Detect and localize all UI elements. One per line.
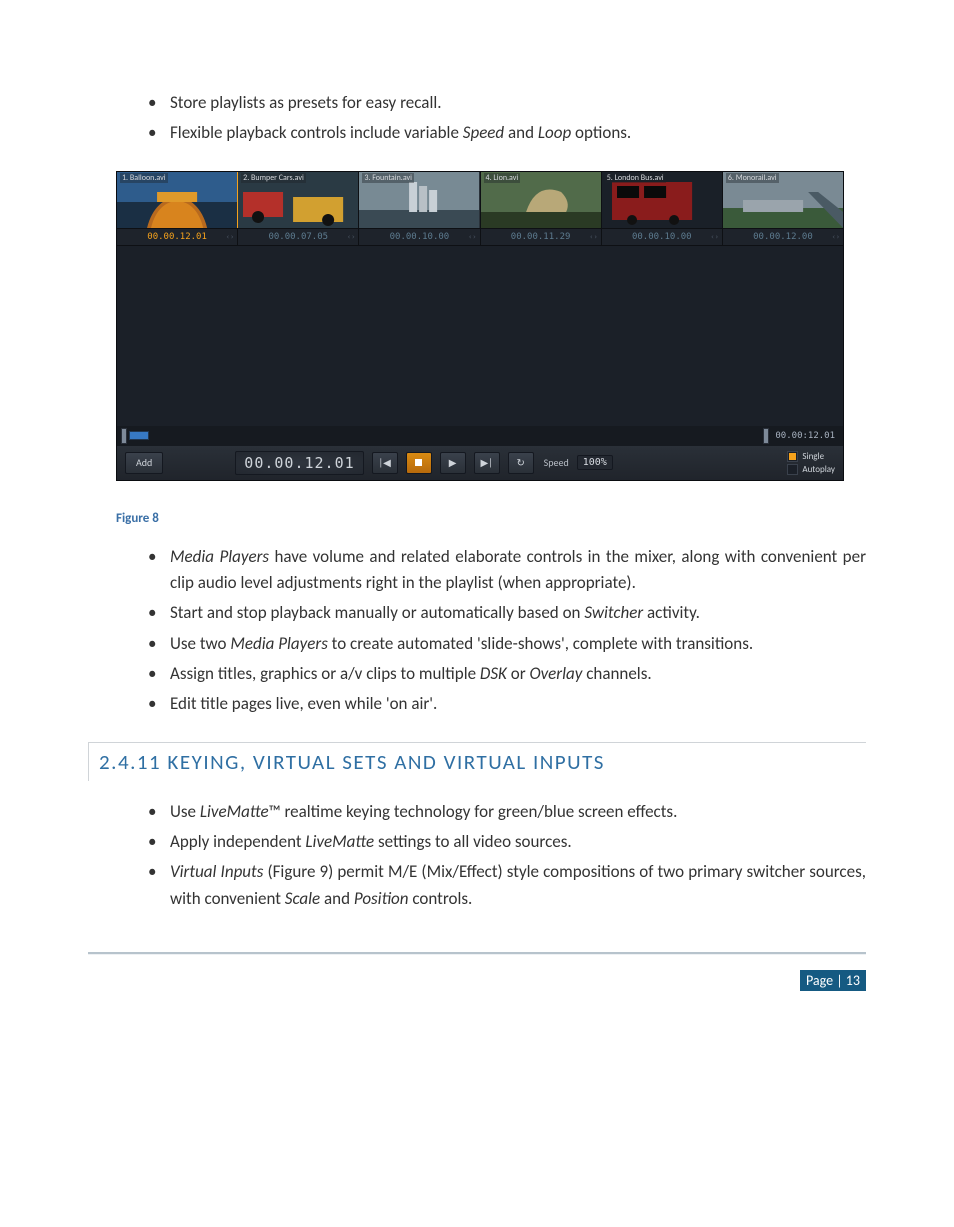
thumb-timecode: 00.00.10.00‹› bbox=[602, 229, 723, 245]
list-item: Use two Media Players to create automate… bbox=[148, 631, 866, 657]
list-item: Media Players have volume and related el… bbox=[148, 544, 866, 597]
thumb-label: 2. Bumper Cars.avi bbox=[241, 173, 306, 183]
track-duration: 00.00:12.01 bbox=[771, 431, 839, 441]
list-item: Start and stop playback manually or auto… bbox=[148, 600, 866, 626]
bottom-bullet-list: Use LiveMatte™ realtime keying technolog… bbox=[88, 799, 866, 912]
speed-value[interactable]: 100% bbox=[577, 455, 613, 470]
thumb-timecode: 00.00.12.01‹› bbox=[117, 229, 238, 245]
list-item: Virtual Inputs (Figure 9) permit M/E (Mi… bbox=[148, 859, 866, 912]
timecode-display[interactable]: 00.00.12.01 bbox=[235, 451, 363, 475]
list-item: Edit title pages live, even while 'on ai… bbox=[148, 691, 866, 717]
thumb-label: 1. Balloon.avi bbox=[120, 173, 168, 183]
list-item: Use LiveMatte™ realtime keying technolog… bbox=[148, 799, 866, 825]
play-button[interactable]: ▶ bbox=[440, 452, 466, 474]
playlist-thumb[interactable]: 4. Lion.avi bbox=[481, 172, 602, 228]
stop-button[interactable] bbox=[406, 452, 432, 474]
next-button[interactable]: ▶| bbox=[474, 452, 500, 474]
figure-caption: Figure 8 bbox=[116, 511, 866, 526]
playlist-thumb[interactable]: 6. Monorail.avi bbox=[723, 172, 843, 228]
list-item: Store playlists as presets for easy reca… bbox=[148, 90, 866, 116]
playlist-thumb[interactable]: 3. Fountain.avi bbox=[359, 172, 480, 228]
playlist-body bbox=[117, 246, 843, 426]
playlist-thumb[interactable]: 2. Bumper Cars.avi bbox=[238, 172, 359, 228]
single-checkbox[interactable]: Single bbox=[787, 451, 835, 462]
playlist-thumb-row: 1. Balloon.avi 2. Bumper Cars.avi 3. Fou… bbox=[117, 172, 843, 229]
add-button[interactable]: Add bbox=[125, 452, 163, 474]
list-item: Assign titles, graphics or a/v clips to … bbox=[148, 661, 866, 687]
checkbox-icon bbox=[787, 451, 798, 462]
track-end-handle[interactable] bbox=[763, 428, 769, 444]
thumb-label: 4. Lion.avi bbox=[484, 173, 521, 183]
mid-bullet-list: Media Players have volume and related el… bbox=[88, 544, 866, 718]
track-segment[interactable] bbox=[129, 431, 149, 440]
thumb-timecode: 00.00.10.00‹› bbox=[359, 229, 480, 245]
section-heading: 2.4.11 KEYING, VIRTUAL SETS AND VIRTUAL … bbox=[99, 749, 866, 775]
playlist-thumb[interactable]: 5. London Bus.avi bbox=[602, 172, 723, 228]
thumb-label: 3. Fountain.avi bbox=[362, 173, 414, 183]
thumb-timecode: 00.00.07.05‹› bbox=[238, 229, 359, 245]
thumb-timecode: 00.00.12.00‹› bbox=[723, 229, 843, 245]
loop-button[interactable]: ↻ bbox=[508, 452, 534, 474]
playlist-time-row: 00.00.12.01‹› 00.00.07.05‹› 00.00.10.00‹… bbox=[117, 229, 843, 246]
figure-8: 1. Balloon.avi 2. Bumper Cars.avi 3. Fou… bbox=[116, 171, 866, 481]
page-number: Page | 13 bbox=[800, 970, 866, 991]
autoplay-checkbox[interactable]: Autoplay bbox=[787, 464, 835, 475]
thumb-label: 5. London Bus.avi bbox=[605, 173, 666, 183]
speed-label: Speed bbox=[544, 456, 569, 469]
section-heading-box: 2.4.11 KEYING, VIRTUAL SETS AND VIRTUAL … bbox=[88, 742, 866, 781]
prev-button[interactable]: |◀ bbox=[372, 452, 398, 474]
list-item: Apply independent LiveMatte settings to … bbox=[148, 829, 866, 855]
track-start-handle[interactable] bbox=[121, 428, 127, 444]
checkbox-icon bbox=[787, 464, 798, 475]
timeline-track[interactable]: 00.00:12.01 bbox=[117, 426, 843, 446]
thumb-timecode: 00.00.11.29‹› bbox=[481, 229, 602, 245]
list-item: Flexible playback controls include varia… bbox=[148, 120, 866, 146]
transport-bar: Add 00.00.12.01 |◀ ▶ ▶| ↻ Speed 100% Sin… bbox=[117, 446, 843, 480]
top-bullet-list: Store playlists as presets for easy reca… bbox=[88, 90, 866, 147]
thumb-label: 6. Monorail.avi bbox=[726, 173, 779, 183]
playlist-thumb[interactable]: 1. Balloon.avi bbox=[117, 172, 238, 228]
